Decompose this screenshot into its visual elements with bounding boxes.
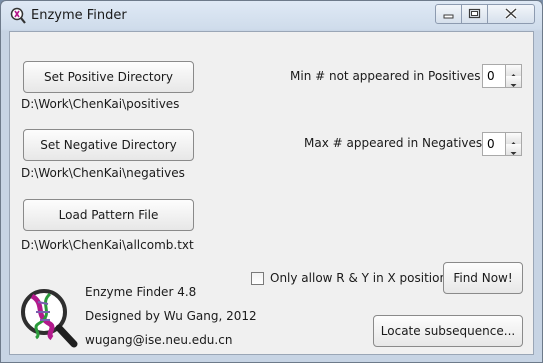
email-text: wugang@ise.neu.edu.cn [85,333,233,347]
min-not-in-positives-value[interactable]: 0 [487,69,495,83]
main-panel: Set Positive Directory D:\Work\ChenKai\p… [9,31,534,355]
close-icon [504,7,518,20]
spinner-down-button[interactable] [506,76,521,87]
min-not-in-positives-spinner[interactable]: 0 [482,64,522,88]
minimize-icon [443,14,454,19]
load-pattern-file-button[interactable]: Load Pattern File [23,199,194,231]
spinner-arrows [505,65,521,87]
set-negative-directory-button[interactable]: Set Negative Directory [23,129,194,161]
set-positive-directory-button[interactable]: Set Positive Directory [23,61,194,93]
caret-down-icon [510,152,517,155]
negative-directory-path: D:\Work\ChenKai\negatives [21,166,185,180]
author-text: Designed by Wu Gang, 2012 [85,309,257,323]
caret-down-icon [510,84,517,87]
maximize-icon [468,8,481,19]
magnifier-dna-logo-icon [21,289,78,348]
max-in-negatives-value[interactable]: 0 [487,137,495,151]
only-ry-label[interactable]: Only allow R & Y in X position [270,271,447,285]
max-in-negatives-label: Max # appeared in Negatives [304,136,483,150]
window-title: Enzyme Finder [31,8,127,23]
max-in-negatives-spinner[interactable]: 0 [482,132,522,156]
min-not-in-positives-label: Min # not appeared in Positives [290,69,481,83]
app-window: Enzyme Finder Set Positive Directory D:\… [0,0,543,363]
only-ry-checkbox[interactable] [251,272,264,285]
spinner-arrows [505,133,521,155]
minimize-button[interactable] [435,4,462,24]
title-bar[interactable]: Enzyme Finder [1,1,542,31]
find-now-button[interactable]: Find Now! [443,262,523,294]
app-icon [10,7,26,24]
locate-subsequence-button[interactable]: Locate subsequence... [373,315,523,347]
pattern-file-path: D:\Work\ChenKai\allcomb.txt [21,238,194,252]
app-version-text: Enzyme Finder 4.8 [85,285,197,299]
close-button[interactable] [487,4,535,24]
positive-directory-path: D:\Work\ChenKai\positives [21,97,180,111]
spinner-down-button[interactable] [506,144,521,155]
maximize-button[interactable] [461,4,488,24]
